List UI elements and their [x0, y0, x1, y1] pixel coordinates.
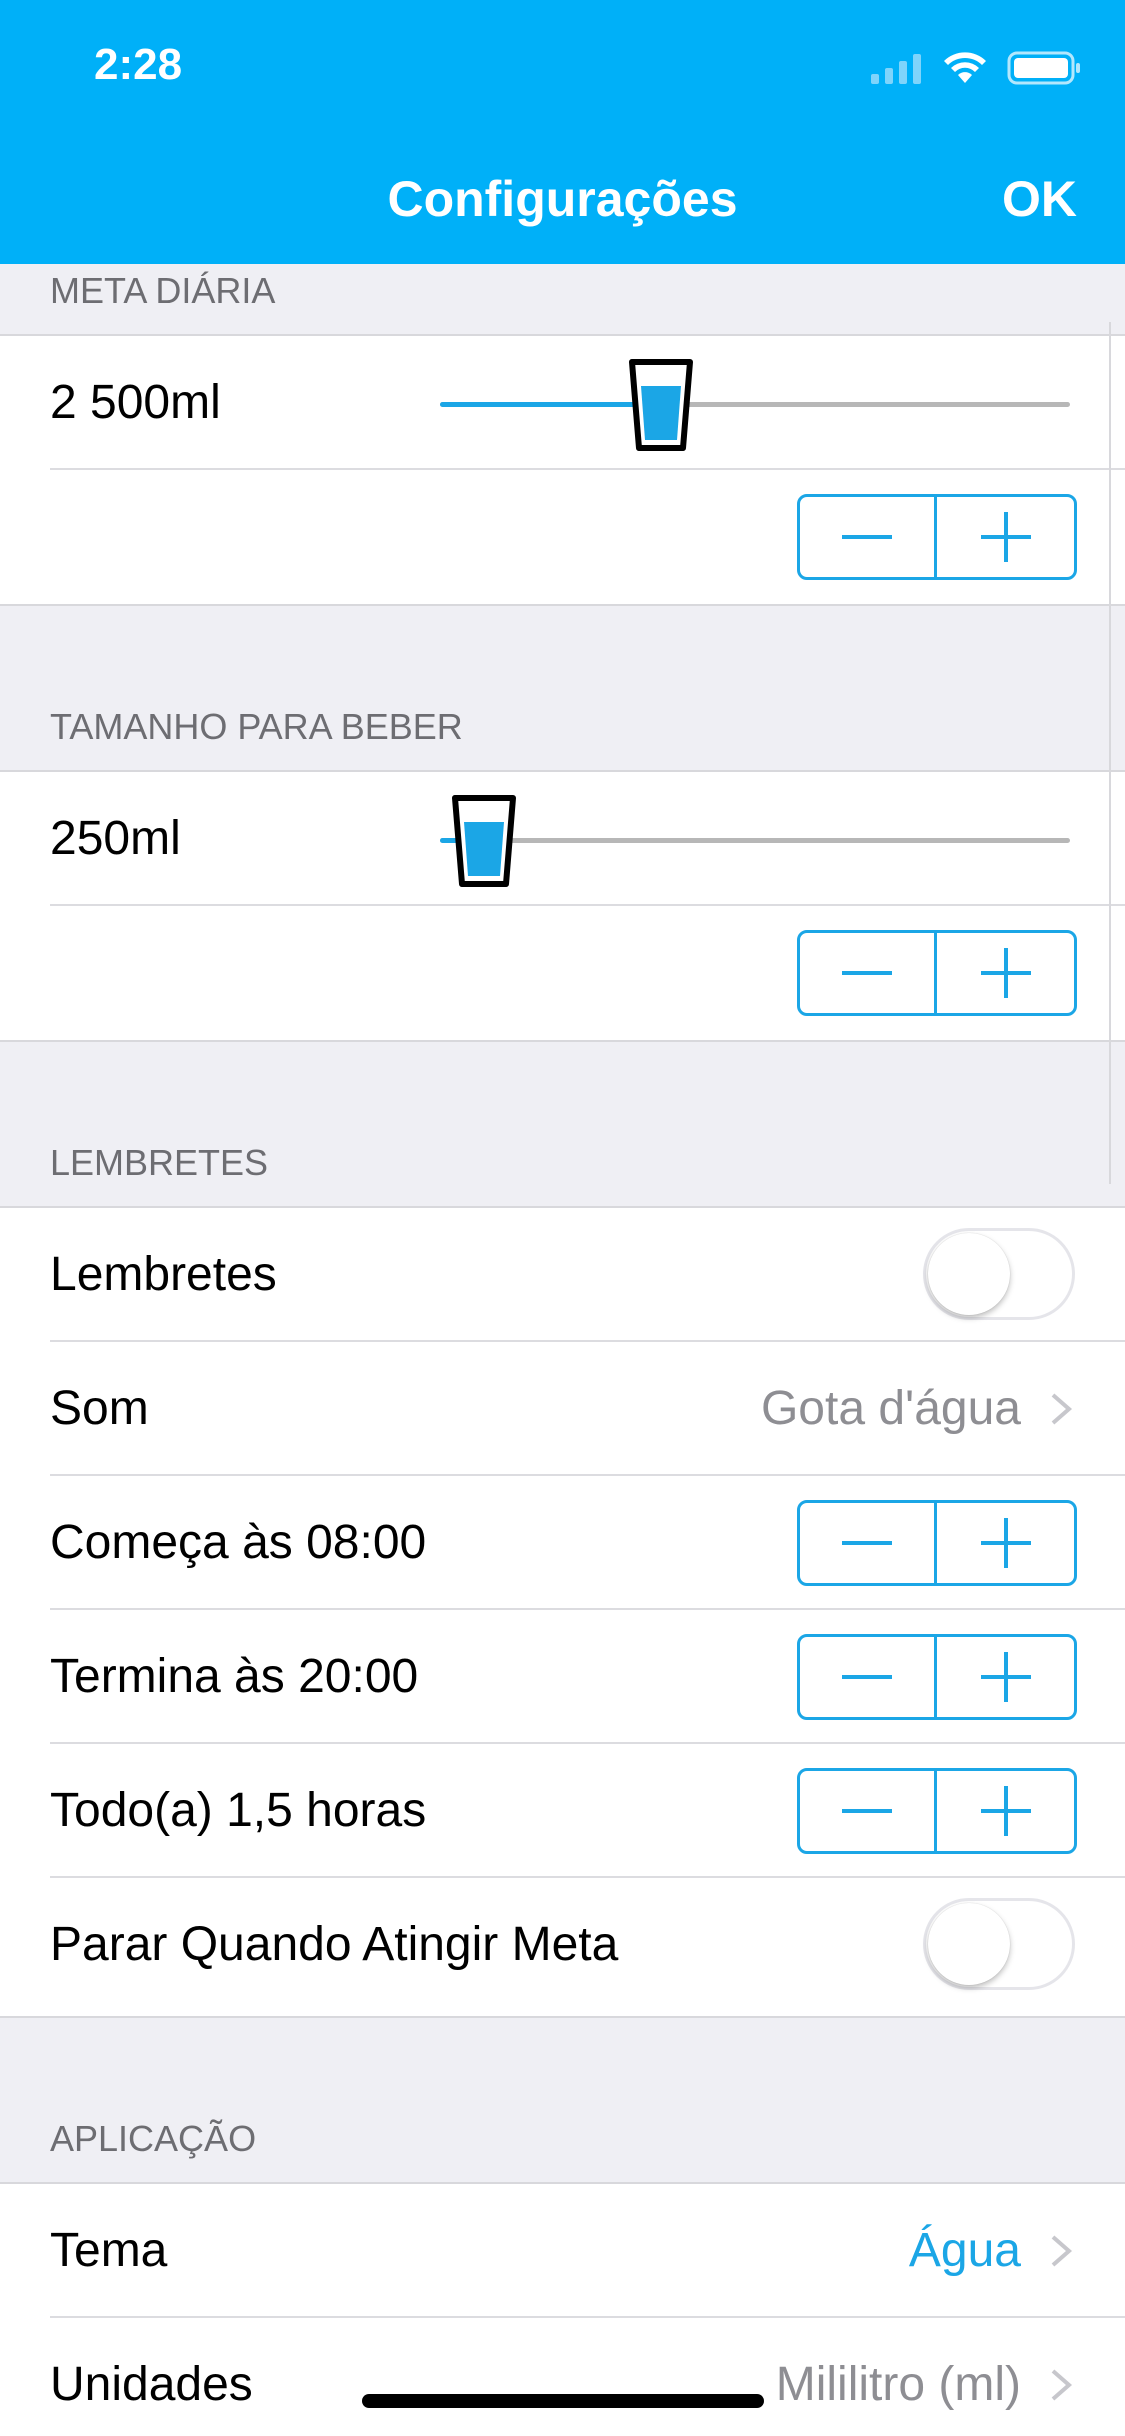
plus-icon	[980, 1518, 1031, 1568]
stop-at-goal-row: Parar Quando Atingir Meta	[0, 1878, 1125, 2012]
daily-goal-row: 2 500ml	[0, 336, 1125, 470]
screen: 2:28 Configurações OK META DIÁRIA 2 500m…	[0, 0, 1125, 2436]
units-label: Unidades	[50, 2358, 253, 2411]
glass-thumb-icon[interactable]	[626, 356, 696, 456]
reminders-label: Lembretes	[50, 1248, 277, 1301]
plus-icon	[980, 948, 1031, 998]
theme-value: Água	[908, 2224, 1021, 2277]
minus-icon	[842, 535, 892, 539]
increment-button[interactable]	[937, 933, 1074, 1013]
decrement-button[interactable]	[800, 1771, 937, 1851]
decrement-button[interactable]	[800, 497, 937, 577]
units-row[interactable]: Unidades Mililitro (ml)	[0, 2318, 1125, 2436]
signal-icon	[871, 54, 921, 84]
toggle-knob	[928, 1233, 1010, 1315]
ok-button[interactable]: OK	[1002, 170, 1077, 228]
scroll-indicator	[1109, 322, 1111, 1184]
interval-stepper[interactable]	[797, 1768, 1077, 1854]
drink-size-section-header: TAMANHO PARA BEBER	[50, 706, 463, 747]
increment-button[interactable]	[937, 1637, 1074, 1717]
drink-size-row: 250ml	[0, 772, 1125, 906]
increment-button[interactable]	[937, 1771, 1074, 1851]
status-time: 2:28	[94, 40, 183, 89]
decrement-button[interactable]	[800, 1503, 937, 1583]
daily-goal-section-header: META DIÁRIA	[50, 270, 276, 311]
wifi-icon	[944, 52, 986, 83]
stop-at-goal-label: Parar Quando Atingir Meta	[50, 1918, 619, 1971]
drink-size-card: 250ml	[0, 770, 1125, 1042]
drink-size-stepper[interactable]	[797, 930, 1077, 1016]
status-icons	[871, 48, 1081, 88]
daily-goal-card: 2 500ml	[0, 334, 1125, 606]
ends-label: Termina às 20:00	[50, 1650, 419, 1703]
increment-button[interactable]	[937, 497, 1074, 577]
theme-label: Tema	[50, 2224, 168, 2277]
daily-goal-slider[interactable]	[440, 344, 1070, 464]
daily-goal-stepper[interactable]	[797, 494, 1077, 580]
battery-icon	[1007, 51, 1080, 85]
stop-at-goal-toggle[interactable]	[923, 1898, 1075, 1990]
page-title: Configurações	[387, 171, 738, 227]
navigation-header: 2:28 Configurações OK	[0, 0, 1125, 264]
glass-thumb-icon[interactable]	[449, 792, 519, 892]
sound-value: Gota d'água	[760, 1382, 1021, 1435]
starts-label: Começa às 08:00	[50, 1516, 427, 1569]
plus-icon	[980, 1786, 1031, 1836]
reminders-toggle-row: Lembretes	[0, 1208, 1125, 1342]
daily-goal-stepper-row	[0, 470, 1125, 604]
minus-icon	[842, 1809, 892, 1813]
decrement-button[interactable]	[800, 1637, 937, 1717]
application-section-header: APLICAÇÃO	[50, 2118, 257, 2159]
interval-row: Todo(a) 1,5 horas	[0, 1744, 1125, 1878]
reminders-section-header: LEMBRETES	[50, 1142, 269, 1183]
toggle-knob	[928, 1903, 1010, 1985]
plus-icon	[980, 512, 1031, 562]
sound-row[interactable]: Som Gota d'água	[0, 1342, 1125, 1476]
reminders-toggle[interactable]	[923, 1228, 1075, 1320]
starts-stepper[interactable]	[797, 1500, 1077, 1586]
theme-row[interactable]: Tema Água	[0, 2184, 1125, 2318]
drink-size-value: 250ml	[50, 812, 181, 865]
daily-goal-value: 2 500ml	[50, 376, 221, 429]
decrement-button[interactable]	[800, 933, 937, 1013]
ends-stepper[interactable]	[797, 1634, 1077, 1720]
drink-size-stepper-row	[0, 906, 1125, 1040]
chevron-right-icon	[1051, 2235, 1073, 2267]
slider-track	[440, 838, 1070, 843]
chevron-right-icon	[1051, 1393, 1073, 1425]
increment-button[interactable]	[937, 1503, 1074, 1583]
chevron-right-icon	[1051, 2369, 1073, 2401]
interval-label: Todo(a) 1,5 horas	[50, 1784, 427, 1837]
drink-size-slider[interactable]	[440, 780, 1070, 900]
starts-row: Começa às 08:00	[0, 1476, 1125, 1610]
ends-row: Termina às 20:00	[0, 1610, 1125, 1744]
minus-icon	[842, 1675, 892, 1679]
home-indicator[interactable]	[362, 2394, 764, 2408]
minus-icon	[842, 1541, 892, 1545]
minus-icon	[842, 971, 892, 975]
reminders-card: Lembretes Som Gota d'água Começa às 08:0…	[0, 1206, 1125, 2018]
plus-icon	[980, 1652, 1031, 1702]
units-value: Mililitro (ml)	[775, 2358, 1021, 2411]
sound-label: Som	[50, 1382, 149, 1435]
